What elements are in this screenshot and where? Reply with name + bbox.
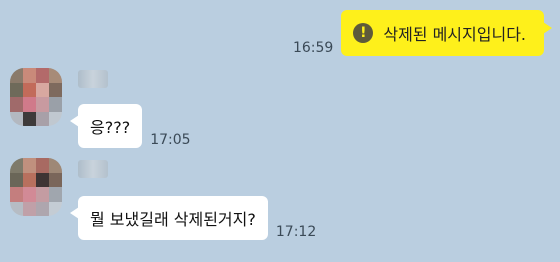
message-timestamp: 17:12 — [275, 224, 317, 240]
sender-name-blurred — [78, 160, 108, 178]
message-timestamp: 17:05 — [150, 132, 191, 148]
warning-exclamation-icon: ! — [353, 23, 374, 43]
incoming-message-row: 뭘 보냈길래 삭제된거지? 17:12 — [70, 196, 317, 240]
message-text: 뭘 보냈길래 삭제된거지? — [90, 210, 256, 229]
sender-name-blurred — [78, 70, 108, 88]
outgoing-message-bubble[interactable]: ! 삭제된 메시지입니다. — [341, 10, 552, 56]
sender-avatar-blurred[interactable] — [10, 158, 62, 216]
incoming-message-bubble[interactable]: 응??? — [69, 104, 143, 148]
incoming-message-row: 응??? 17:05 — [69, 104, 191, 148]
outgoing-message-row: 16:59 ! 삭제된 메시지입니다. — [292, 10, 552, 56]
sender-avatar-blurred[interactable] — [10, 68, 62, 126]
chat-window: 16:59 ! 삭제된 메시지입니다. 응??? 17:05 뭘 보냈길래 삭제… — [0, 0, 560, 262]
message-text: 삭제된 메시지입니다. — [383, 25, 526, 44]
message-text: 응??? — [90, 118, 131, 137]
message-timestamp: 16:59 — [292, 40, 334, 56]
incoming-message-bubble[interactable]: 뭘 보냈길래 삭제된거지? — [70, 196, 268, 240]
